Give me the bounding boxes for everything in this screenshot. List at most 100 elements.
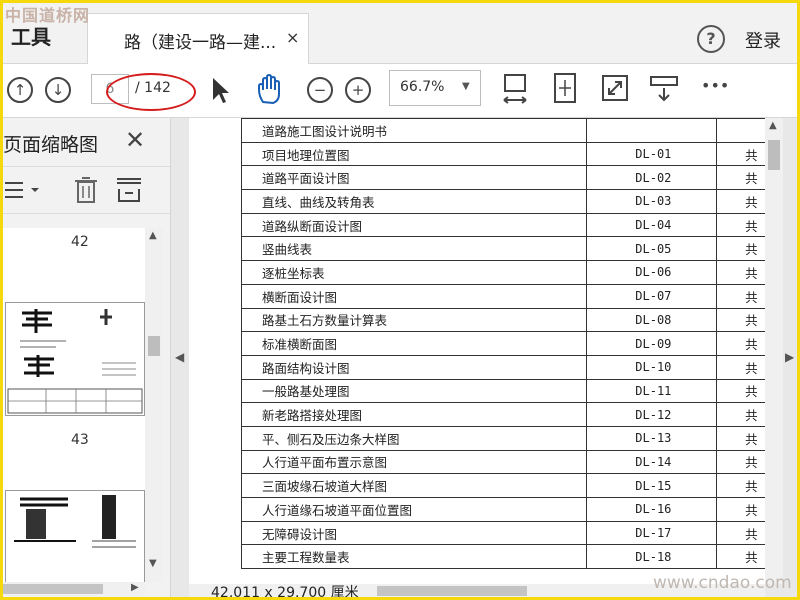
- drawing-code-cell: DL-05: [586, 236, 718, 262]
- drawing-name-cell: 标准横断面图: [240, 331, 588, 356]
- drawing-note-cell: 共: [716, 141, 765, 167]
- drawing-name-cell: 竖曲线表: [240, 236, 588, 262]
- drawing-code-cell: DL-16: [586, 497, 718, 522]
- drawing-note-cell: 共: [716, 354, 765, 380]
- drawing-name-cell: 三面坡缘石坡道大样图: [240, 473, 588, 498]
- toolbar: ↑ ↓ 6 / 142 − + 66.7% ▼ •••: [3, 64, 797, 118]
- drawing-name-cell: 新老路搭接处理图: [240, 402, 588, 427]
- panel-title: 页面缩略图: [3, 134, 99, 156]
- document-view: ◀ 道路施工图设计说明书 项目地理位置图 DL-01 共道路平面设计图 DL-02 共直线…: [171, 118, 797, 597]
- table-row: 道路平面设计图 DL-02 共: [240, 165, 765, 191]
- drawing-note-cell: 共: [716, 236, 765, 262]
- thumbnails-panel: 页面缩略图 ✕ 42 43 ▲ ▼ ▶: [3, 118, 171, 597]
- thumbnail-scrollbar[interactable]: ▲ ▼: [145, 228, 163, 582]
- tab-bar: 工具 路（建设一路—建... × ? 登录: [3, 3, 797, 65]
- drawing-note-cell: 共: [716, 497, 765, 522]
- fit-page-icon[interactable]: [551, 72, 579, 104]
- next-page-icon[interactable]: ↓: [45, 77, 71, 103]
- drawing-note-cell: 共: [716, 212, 765, 238]
- drawing-code-cell: DL-02: [586, 165, 718, 191]
- more-options-icon[interactable]: •••: [701, 76, 729, 95]
- extract-page-icon[interactable]: [115, 175, 145, 205]
- chevron-down-icon: ▼: [462, 81, 470, 92]
- drawing-code-cell: DL-01: [586, 141, 718, 167]
- drawing-note-cell: 共: [716, 425, 765, 451]
- close-icon[interactable]: ✕: [125, 126, 145, 154]
- drawing-note-cell: 共: [716, 307, 765, 333]
- collapse-right-icon[interactable]: ▶: [785, 350, 794, 364]
- drawing-name-cell: 道路施工图设计说明书: [240, 118, 588, 143]
- document-scrollbar[interactable]: ▲: [765, 118, 783, 584]
- drawing-index-table: 道路施工图设计说明书 项目地理位置图 DL-01 共道路平面设计图 DL-02 共直线、曲…: [240, 118, 765, 570]
- drawing-name-cell: 无障碍设计图: [240, 520, 588, 546]
- table-row: 直线、曲线及转角表 DL-03 共: [240, 189, 765, 214]
- scroll-up-icon[interactable]: ▲: [769, 120, 777, 131]
- drawing-code-cell: DL-03: [586, 189, 718, 214]
- select-cursor-icon[interactable]: [209, 76, 231, 104]
- watermark-bottom: www.cndao.com: [653, 573, 792, 593]
- full-screen-icon[interactable]: [601, 74, 629, 102]
- page-thumbnail[interactable]: [5, 302, 145, 416]
- watermark-top: 中国道桥网: [5, 6, 91, 25]
- zoom-out-icon[interactable]: −: [307, 77, 333, 103]
- drawing-name-cell: 道路平面设计图: [240, 165, 588, 191]
- drawing-name-cell: 横断面设计图: [240, 283, 588, 309]
- hand-tool-icon[interactable]: [255, 74, 285, 106]
- thumbnail-page-label: 43: [71, 432, 89, 448]
- tab-title: 路（建设一路—建...: [124, 33, 277, 53]
- drawing-code-cell: DL-10: [586, 354, 718, 380]
- table-row: 道路纵断面设计图 DL-04 共: [240, 212, 765, 238]
- drawing-code-cell: DL-07: [586, 283, 718, 309]
- read-mode-icon[interactable]: [649, 74, 679, 104]
- hscroll-thumb[interactable]: [3, 584, 103, 594]
- zoom-select[interactable]: 66.7% ▼: [389, 70, 481, 106]
- drawing-name-cell: 逐桩坐标表: [240, 260, 588, 285]
- scroll-down-icon[interactable]: ▼: [149, 558, 157, 569]
- tab-close-icon[interactable]: ×: [286, 28, 299, 47]
- fit-width-icon[interactable]: [501, 72, 529, 106]
- drawing-name-cell: 平、侧石及压边条大样图: [240, 425, 588, 451]
- thumbnail-hscrollbar[interactable]: ▶: [3, 582, 145, 596]
- drawing-note-cell: 共: [716, 449, 765, 475]
- scroll-up-icon[interactable]: ▲: [149, 230, 157, 241]
- table-row: 人行道缘石坡道平面位置图 DL-16 共: [240, 497, 765, 522]
- drawing-code-cell: DL-06: [586, 260, 718, 285]
- previous-page-icon[interactable]: ↑: [7, 77, 33, 103]
- drawing-code-cell: DL-04: [586, 212, 718, 238]
- drawing-name-cell: 主要工程数量表: [240, 544, 588, 570]
- scroll-right-icon[interactable]: ▶: [131, 582, 139, 593]
- page-size-label: 42.011 x 29.700 厘米: [211, 585, 359, 597]
- thumbnail-page-label: 42: [71, 234, 89, 250]
- drawing-note-cell: 共: [716, 189, 765, 214]
- drawing-note-cell: 共: [716, 283, 765, 309]
- table-row: 逐桩坐标表 DL-06 共: [240, 260, 765, 285]
- drawing-name-cell: 直线、曲线及转角表: [240, 189, 588, 214]
- table-row: 路面结构设计图 DL-10 共: [240, 354, 765, 380]
- drawing-note-cell: 共: [716, 165, 765, 191]
- collapse-left-icon[interactable]: ◀: [175, 350, 184, 364]
- trash-icon[interactable]: [73, 175, 99, 205]
- drawing-code-cell: DL-11: [586, 378, 718, 404]
- table-row: 主要工程数量表 DL-18 共: [240, 544, 765, 570]
- drawing-code-cell: DL-13: [586, 425, 718, 451]
- table-row: 路基土石方数量计算表 DL-08 共: [240, 307, 765, 333]
- drawing-name-cell: 人行道平面布置示意图: [240, 449, 588, 475]
- scroll-thumb[interactable]: [148, 336, 160, 356]
- zoom-in-icon[interactable]: +: [345, 77, 371, 103]
- table-row: 道路施工图设计说明书: [240, 118, 765, 143]
- annotation-ellipse: [106, 73, 196, 111]
- login-button[interactable]: 登录: [745, 27, 781, 53]
- document-tab[interactable]: 路（建设一路—建... ×: [87, 13, 309, 65]
- scroll-thumb[interactable]: [768, 140, 780, 170]
- drawing-note-cell: 共: [716, 520, 765, 546]
- page-thumbnail[interactable]: [5, 490, 145, 582]
- help-icon[interactable]: ?: [697, 25, 725, 53]
- drawing-note-cell: 共: [716, 260, 765, 285]
- drawing-name-cell: 道路纵断面设计图: [240, 212, 588, 238]
- table-row: 平、侧石及压边条大样图 DL-13 共: [240, 425, 765, 451]
- drawing-code-cell: DL-09: [586, 331, 718, 356]
- drawing-name-cell: 路基土石方数量计算表: [240, 307, 588, 333]
- hscroll-thumb[interactable]: [377, 586, 527, 596]
- zoom-value: 66.7%: [400, 79, 445, 95]
- thumbnail-options-icon[interactable]: [3, 179, 41, 201]
